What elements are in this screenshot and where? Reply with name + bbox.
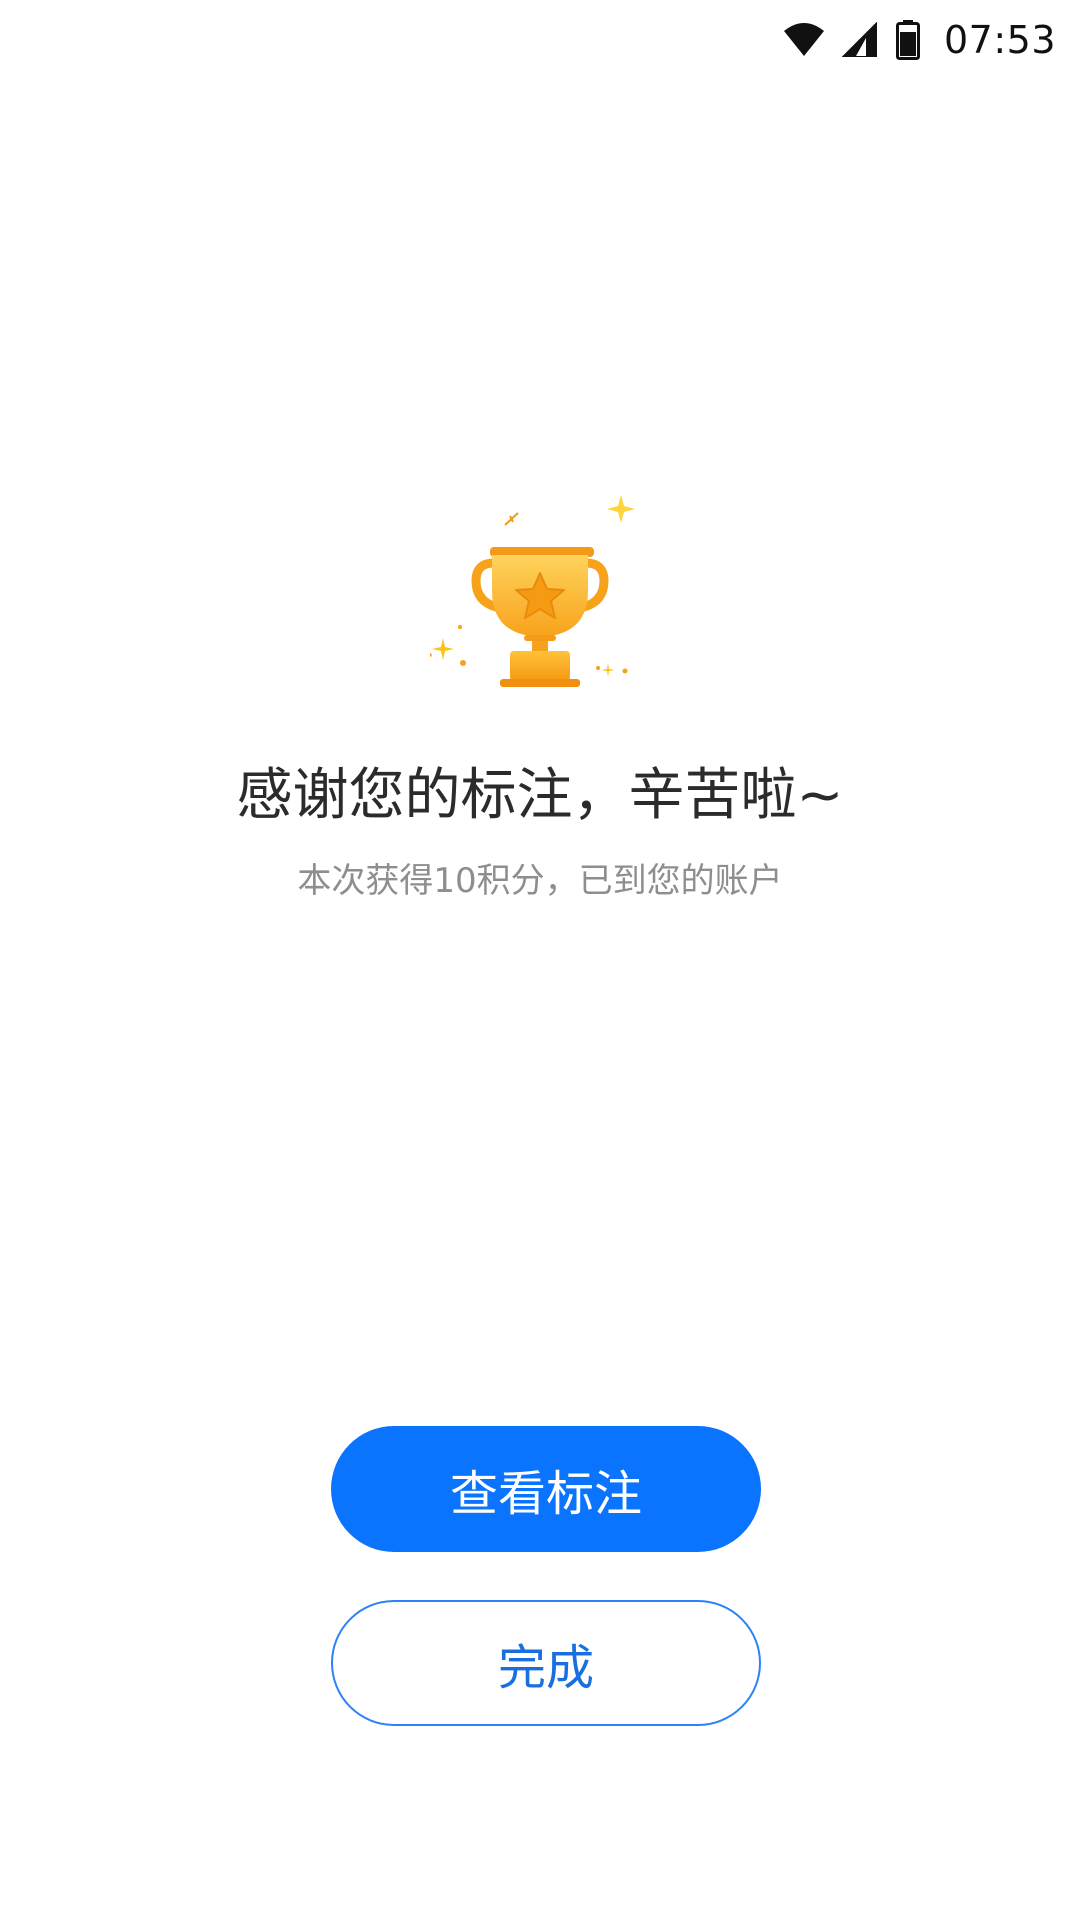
trophy-icon xyxy=(428,495,650,715)
status-bar: 07:53 xyxy=(0,0,1080,80)
battery-icon xyxy=(895,20,920,60)
cellular-signal-icon xyxy=(841,22,878,58)
clock-time: 07:53 xyxy=(943,18,1056,62)
status-icons: 07:53 xyxy=(783,14,1056,66)
points-earned-message: 本次获得10积分，已到您的账户 xyxy=(297,861,783,901)
success-title: 感谢您的标注，辛苦啦~ xyxy=(236,763,844,828)
done-button[interactable]: 完成 xyxy=(331,1600,761,1726)
view-annotation-button[interactable]: 查看标注 xyxy=(331,1426,761,1552)
wifi-icon xyxy=(783,23,824,57)
